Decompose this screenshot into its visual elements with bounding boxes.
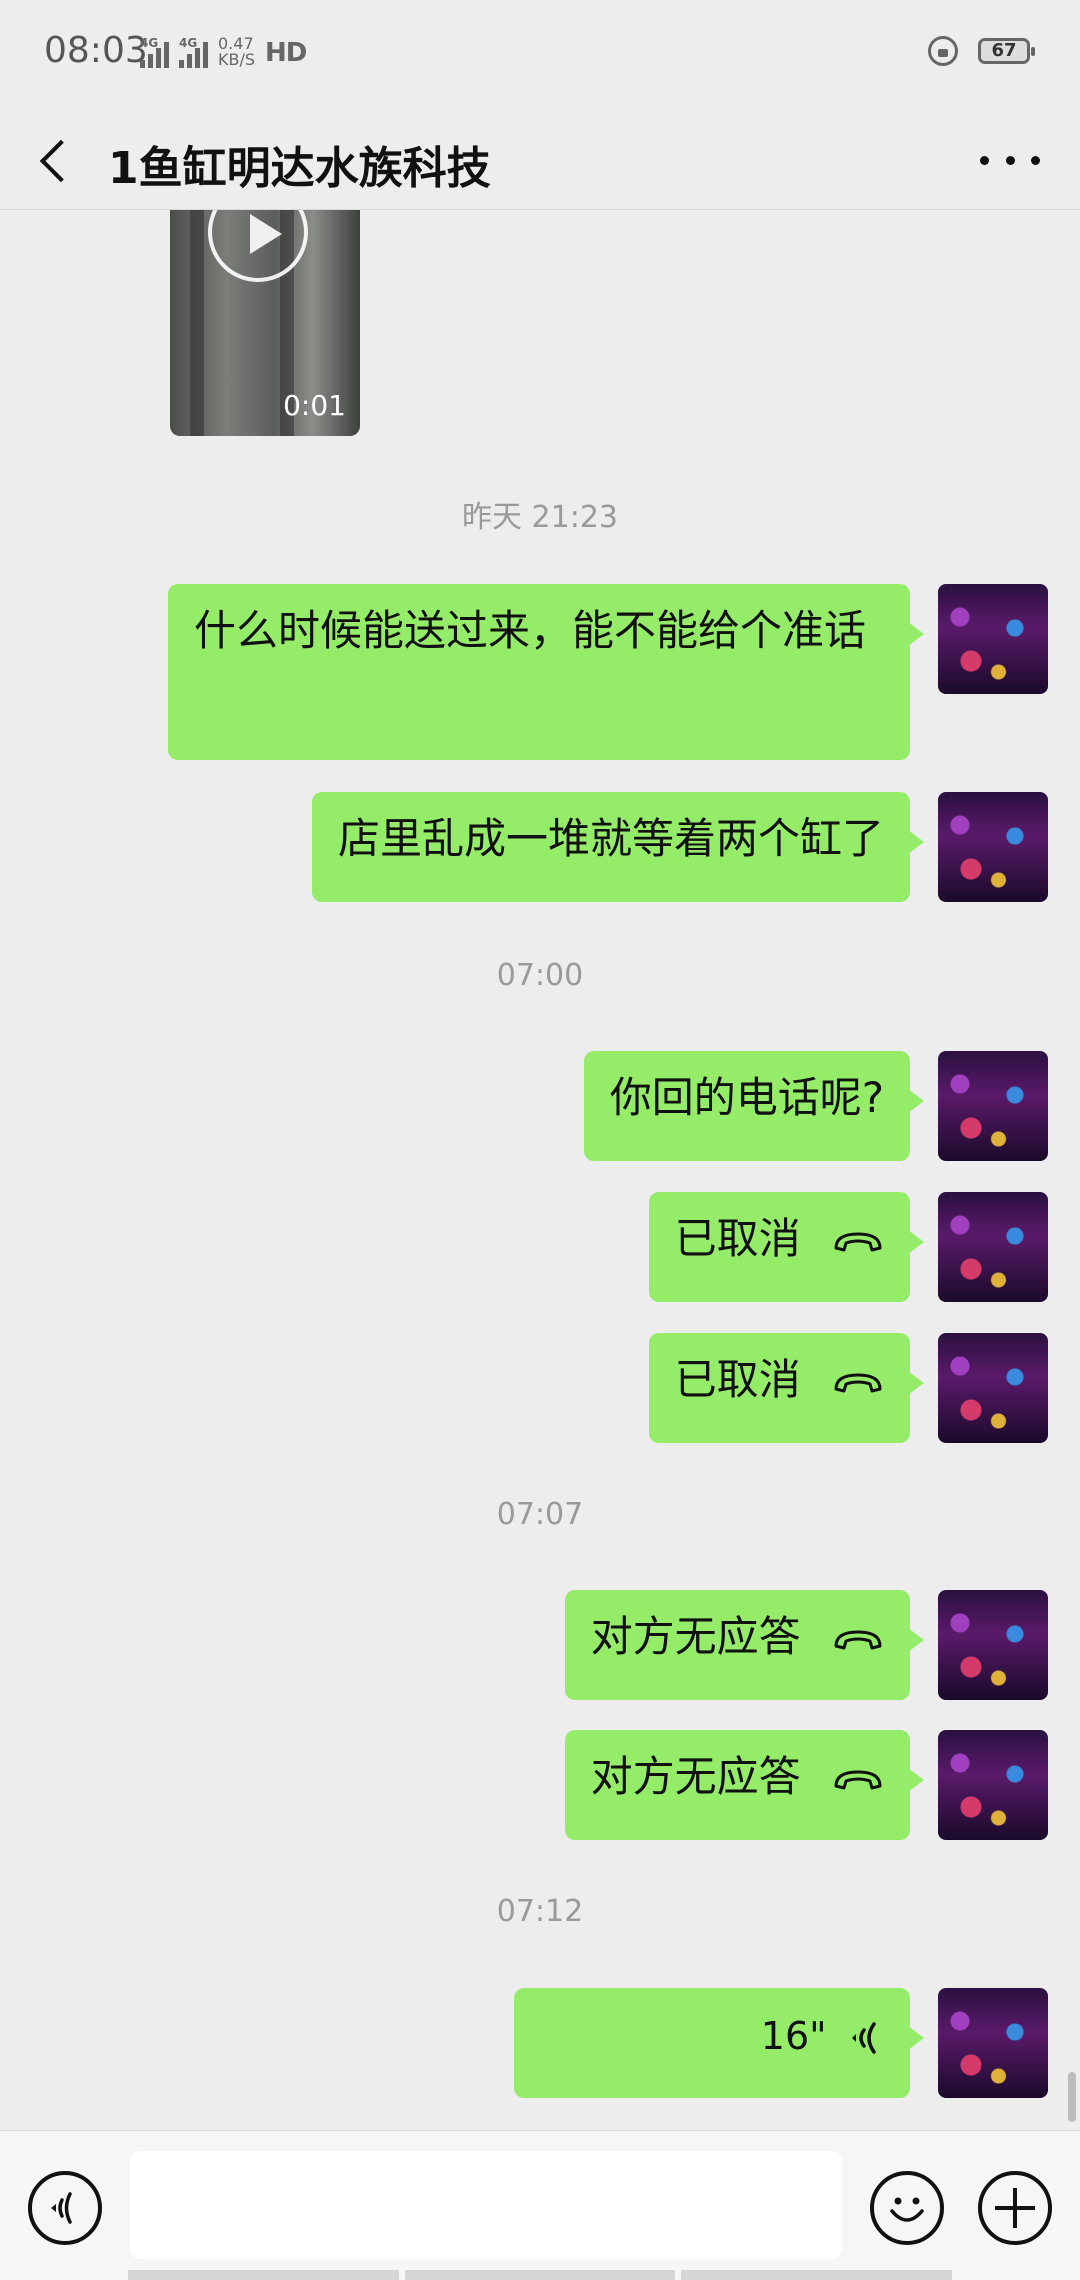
call-record-bubble[interactable]: 对方无应答 bbox=[564, 1590, 925, 1700]
scrollbar[interactable] bbox=[1068, 2072, 1076, 2122]
call-record-bubble[interactable]: 对方无应答 bbox=[564, 1730, 925, 1840]
input-bar bbox=[0, 2130, 1080, 2280]
signal-icon: 4G bbox=[179, 36, 208, 68]
status-right-icons: 67 bbox=[928, 36, 1035, 66]
status-bar: 08:03 4G 4G 0.47 KB/S HD 67 bbox=[0, 0, 1080, 110]
avatar[interactable] bbox=[938, 1051, 1048, 1161]
call-status-text: 已取消 bbox=[674, 1214, 801, 1263]
avatar[interactable] bbox=[938, 1730, 1048, 1840]
dot-icon bbox=[980, 155, 989, 165]
message-input[interactable] bbox=[130, 2151, 842, 2259]
message-timestamp: 07:07 bbox=[496, 1497, 584, 1532]
phone-hangup-icon bbox=[834, 1770, 882, 1789]
message-timestamp: 07:00 bbox=[496, 958, 584, 993]
emoji-button[interactable] bbox=[870, 2171, 944, 2245]
phone-hangup-icon bbox=[834, 1373, 882, 1392]
call-record-bubble[interactable]: 已取消 bbox=[648, 1192, 925, 1302]
call-status-text: 对方无应答 bbox=[590, 1612, 801, 1661]
message-text: 什么时候能送过来，能不能给个准话 bbox=[194, 606, 867, 655]
voice-mode-icon bbox=[51, 2192, 72, 2224]
network-speed: 0.47 KB/S bbox=[218, 36, 255, 68]
call-status-text: 已取消 bbox=[674, 1355, 801, 1404]
network-speed-unit: KB/S bbox=[218, 50, 256, 69]
avatar[interactable] bbox=[938, 792, 1048, 902]
message-bubble[interactable]: 你回的电话呢? bbox=[583, 1051, 925, 1161]
phone-hangup-icon bbox=[834, 1630, 882, 1649]
call-status-text: 对方无应答 bbox=[590, 1752, 801, 1801]
avatar[interactable] bbox=[938, 1988, 1048, 2098]
message-bubble[interactable]: 店里乱成一堆就等着两个缸了 bbox=[311, 792, 925, 902]
message-timestamp: 昨天 21:23 bbox=[462, 500, 618, 535]
avatar[interactable] bbox=[938, 1590, 1048, 1700]
dot-icon bbox=[1005, 155, 1015, 165]
message-text: 你回的电话呢? bbox=[609, 1073, 884, 1122]
video-message[interactable]: 0:01 bbox=[170, 210, 360, 436]
add-button[interactable] bbox=[978, 2171, 1052, 2245]
hd-icon: HD bbox=[265, 38, 307, 68]
status-time: 08:03 bbox=[44, 30, 148, 71]
voice-message-bubble[interactable]: 16" bbox=[514, 1988, 924, 2098]
bottom-panel-tabs bbox=[0, 2270, 1080, 2280]
signal-icon: 4G bbox=[140, 36, 169, 68]
avatar[interactable] bbox=[938, 584, 1048, 694]
call-record-bubble[interactable]: 已取消 bbox=[648, 1333, 925, 1443]
network-indicators: 4G 4G 0.47 KB/S HD bbox=[140, 36, 307, 68]
more-options-button[interactable] bbox=[980, 138, 1040, 182]
voice-duration: 16" bbox=[760, 2014, 827, 2058]
battery-icon: 67 bbox=[978, 38, 1035, 64]
message-text: 店里乱成一堆就等着两个缸了 bbox=[337, 814, 884, 863]
avatar[interactable] bbox=[938, 1333, 1048, 1443]
voice-wave-icon bbox=[852, 2021, 876, 2054]
message-timestamp: 07:12 bbox=[496, 1894, 584, 1929]
chat-title: 1鱼缸明达水族科技 bbox=[108, 143, 491, 194]
network-type-label: 4G bbox=[140, 36, 159, 50]
network-type-label: 4G bbox=[179, 36, 198, 50]
voice-mode-button[interactable] bbox=[28, 2171, 102, 2245]
video-duration: 0:01 bbox=[283, 389, 346, 422]
phone-hangup-icon bbox=[834, 1232, 882, 1251]
chat-header: 1鱼缸明达水族科技 bbox=[0, 110, 1080, 210]
avatar[interactable] bbox=[938, 1192, 1048, 1302]
message-bubble[interactable]: 什么时候能送过来，能不能给个准话 bbox=[168, 584, 924, 760]
dot-icon bbox=[1031, 155, 1040, 165]
rotation-lock-icon bbox=[928, 36, 958, 66]
emoji-icon bbox=[890, 2197, 924, 2222]
back-button[interactable] bbox=[30, 132, 90, 192]
